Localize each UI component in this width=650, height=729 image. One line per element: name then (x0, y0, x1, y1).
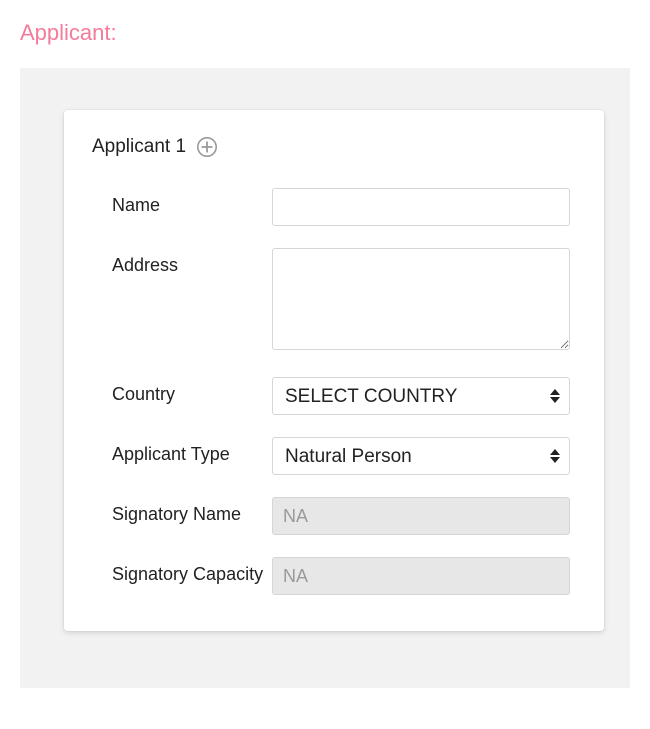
country-select[interactable]: SELECT COUNTRY (272, 377, 570, 415)
applicant-panel: Applicant 1 Name Address (20, 68, 630, 688)
signatory-name-input (272, 497, 570, 535)
applicant-type-select[interactable]: Natural Person (272, 437, 570, 475)
name-input[interactable] (272, 188, 570, 226)
address-input[interactable] (272, 248, 570, 350)
address-label: Address (112, 248, 272, 277)
card-title: Applicant 1 (92, 136, 186, 158)
card-header: Applicant 1 (92, 136, 570, 158)
applicant-type-label: Applicant Type (112, 437, 272, 466)
section-title: Applicant: (20, 20, 630, 46)
signatory-capacity-label: Signatory Capacity (112, 557, 272, 586)
applicant-card: Applicant 1 Name Address (64, 110, 604, 631)
add-applicant-button[interactable] (196, 136, 218, 158)
country-label: Country (112, 377, 272, 406)
signatory-name-label: Signatory Name (112, 497, 272, 526)
signatory-capacity-input (272, 557, 570, 595)
name-label: Name (112, 188, 272, 217)
plus-circle-icon (196, 136, 218, 158)
